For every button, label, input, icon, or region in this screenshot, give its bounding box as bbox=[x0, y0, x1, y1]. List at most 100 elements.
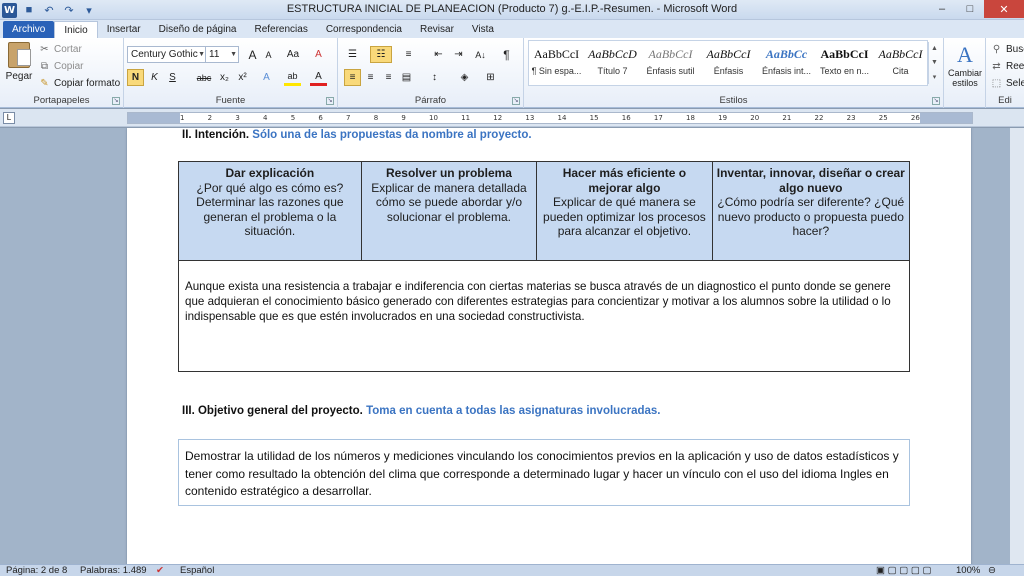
replace-button[interactable]: ⇄ Reer bbox=[990, 58, 1024, 74]
style-sample: AaBbCcI bbox=[533, 46, 580, 61]
objective-text-box[interactable]: Demostrar la utilidad de los números y m… bbox=[178, 439, 910, 506]
chevron-down-icon[interactable]: ▼ bbox=[931, 59, 938, 66]
chevron-down-icon[interactable]: ▼ bbox=[198, 47, 205, 62]
view-buttons[interactable]: ▣ ▢ ▢ ▢ ▢ bbox=[876, 565, 931, 576]
zoom-level[interactable]: 100% bbox=[956, 565, 980, 576]
table-header-cell[interactable]: Resolver un problema Explicar de manera … bbox=[360, 161, 538, 261]
section-3-subtitle: Toma en cuenta a todas las asignaturas i… bbox=[366, 405, 661, 417]
tab-referencias[interactable]: Referencias bbox=[245, 21, 316, 38]
binoculars-icon: ⚲ bbox=[992, 43, 1001, 55]
vertical-scrollbar[interactable] bbox=[1010, 128, 1024, 564]
text-effects-icon: A bbox=[263, 72, 270, 83]
paste-button[interactable]: Pegar bbox=[4, 42, 34, 90]
tab-archivo[interactable]: Archivo bbox=[3, 21, 55, 38]
style-texto-negrita[interactable]: AaBbCcI Texto en n... bbox=[816, 42, 873, 84]
change-case-button[interactable]: Aa bbox=[282, 46, 304, 63]
grow-font-button[interactable]: A bbox=[244, 46, 261, 63]
ruler-tick-label: 16 bbox=[621, 114, 631, 122]
tab-diseno-pagina[interactable]: Diseño de página bbox=[150, 21, 246, 38]
highlight-button[interactable]: ab bbox=[284, 69, 301, 86]
superscript-button[interactable]: x² bbox=[234, 69, 251, 86]
chevron-down-icon[interactable]: ▼ bbox=[230, 47, 237, 62]
style-enfasis-intenso[interactable]: AaBbCc Énfasis int... bbox=[758, 42, 815, 84]
numbering-button[interactable]: ☷ bbox=[370, 46, 392, 63]
shrink-font-button[interactable]: A bbox=[260, 46, 277, 63]
font-launcher-icon[interactable]: ↘ bbox=[326, 97, 334, 105]
document-area[interactable]: II. Intención. Sólo una de las propuesta… bbox=[0, 128, 1024, 564]
word-count[interactable]: Palabras: 1.489 bbox=[80, 565, 147, 576]
justify-button[interactable]: ▤ bbox=[398, 69, 415, 86]
bold-button[interactable]: N bbox=[127, 69, 144, 86]
more-icon[interactable]: ▾ bbox=[933, 73, 937, 81]
tab-selector[interactable]: L bbox=[3, 112, 15, 124]
table-header-cell[interactable]: Inventar, innovar, diseñar o crear algo … bbox=[711, 161, 911, 261]
close-button[interactable]: ✕ bbox=[984, 0, 1024, 18]
style-cita[interactable]: AaBbCcI Cita bbox=[872, 42, 929, 84]
styles-scroll[interactable]: ▲ ▼ ▾ bbox=[928, 42, 940, 84]
font-color-button[interactable]: A bbox=[310, 69, 327, 86]
change-styles-button[interactable]: A Cambiar estilos bbox=[946, 42, 984, 88]
paragraph-group-label: Párrafo bbox=[414, 95, 447, 106]
maximize-button[interactable]: □ bbox=[956, 0, 984, 18]
sort-button[interactable]: A↓ bbox=[472, 46, 489, 63]
find-label: Busc bbox=[1006, 43, 1024, 55]
line-spacing-icon: ↕ bbox=[432, 72, 437, 83]
style-sin-espaciado[interactable]: AaBbCcI ¶ Sin espa... bbox=[528, 42, 585, 84]
clear-format-button[interactable]: A bbox=[310, 46, 327, 63]
tab-inicio[interactable]: Inicio bbox=[54, 21, 98, 38]
tab-insertar[interactable]: Insertar bbox=[98, 21, 150, 38]
ruler-tick-label: 3 bbox=[235, 114, 240, 122]
ruler-left-margin[interactable] bbox=[128, 113, 180, 123]
document-page[interactable]: II. Intención. Sólo una de las propuesta… bbox=[127, 128, 971, 564]
section-2-heading: II. Intención. Sólo una de las propuesta… bbox=[182, 129, 532, 141]
decrease-indent-button[interactable]: ⇤ bbox=[430, 46, 447, 63]
align-left-button[interactable]: ≡ bbox=[344, 69, 361, 86]
format-painter-button[interactable]: ✎ Copiar formato bbox=[38, 75, 120, 91]
paragraph-launcher-icon[interactable]: ↘ bbox=[512, 97, 520, 105]
strikethrough-button[interactable]: abc bbox=[194, 69, 214, 86]
table-header-cell[interactable]: Dar explicación ¿Por qué algo es cómo es… bbox=[178, 161, 362, 261]
clipboard-launcher-icon[interactable]: ↘ bbox=[112, 97, 120, 105]
ruler-tick-label: 12 bbox=[493, 114, 503, 122]
borders-button[interactable]: ⊞ bbox=[482, 69, 499, 86]
align-right-button[interactable]: ≡ bbox=[380, 69, 397, 86]
style-enfasis-sutil[interactable]: AaBbCcI Énfasis sutil bbox=[642, 42, 699, 84]
style-sample: AaBbCcI bbox=[820, 46, 869, 61]
horizontal-ruler[interactable]: 1 2 3 4 5 6 7 8 9 10 11 12 13 14 15 16 17 18 19 20 21 22 23 25 2… bbox=[127, 112, 973, 124]
ruler-tick-label: 13 bbox=[525, 114, 535, 122]
proofing-icon[interactable]: ✔ bbox=[156, 565, 164, 576]
align-center-button[interactable]: ≡ bbox=[362, 69, 379, 86]
shading-button[interactable]: ◈ bbox=[456, 69, 473, 86]
show-marks-button[interactable]: ¶ bbox=[498, 46, 515, 63]
minimize-button[interactable]: – bbox=[928, 0, 956, 18]
tab-correspondencia[interactable]: Correspondencia bbox=[317, 21, 411, 38]
select-button[interactable]: ⬚ Sele bbox=[990, 75, 1024, 91]
font-size-combobox[interactable]: 11 ▼ bbox=[205, 46, 239, 63]
zoom-out-icon[interactable]: ⊖ bbox=[988, 565, 996, 576]
find-button[interactable]: ⚲ Busc bbox=[990, 41, 1024, 57]
underline-button[interactable]: S bbox=[164, 69, 181, 86]
language[interactable]: Español bbox=[180, 565, 214, 576]
style-enfasis[interactable]: AaBbCcI Énfasis bbox=[700, 42, 757, 84]
table-body-cell[interactable]: Aunque exista una resistencia a trabajar… bbox=[178, 260, 910, 372]
tab-revisar[interactable]: Revisar bbox=[411, 21, 463, 38]
bullets-button[interactable]: ☰ bbox=[344, 46, 361, 63]
increase-indent-button[interactable]: ⇥ bbox=[450, 46, 467, 63]
styles-launcher-icon[interactable]: ↘ bbox=[932, 97, 940, 105]
copy-button[interactable]: ⧉ Copiar bbox=[38, 58, 84, 74]
chevron-up-icon[interactable]: ▲ bbox=[931, 45, 938, 52]
tab-vista[interactable]: Vista bbox=[463, 21, 503, 38]
highlighter-icon: ab bbox=[287, 71, 298, 81]
cut-button[interactable]: ✂ Cortar bbox=[38, 41, 82, 57]
font-name-combobox[interactable]: Century Gothic ▼ bbox=[127, 46, 207, 63]
ruler-right-margin[interactable] bbox=[920, 113, 972, 123]
subscript-button[interactable]: x₂ bbox=[216, 69, 233, 86]
italic-button[interactable]: K bbox=[146, 69, 163, 86]
multilevel-list-button[interactable]: ≡ bbox=[400, 46, 417, 63]
window-controls: – □ ✕ bbox=[928, 0, 1024, 18]
table-header-cell[interactable]: Hacer más eficiente o mejorar algo Expli… bbox=[536, 161, 713, 261]
line-spacing-button[interactable]: ↕ bbox=[426, 69, 443, 86]
page-count[interactable]: Página: 2 de 8 bbox=[6, 565, 67, 576]
style-titulo-7[interactable]: AaBbCcD Título 7 bbox=[584, 42, 641, 84]
text-effects-button[interactable]: A bbox=[258, 69, 275, 86]
